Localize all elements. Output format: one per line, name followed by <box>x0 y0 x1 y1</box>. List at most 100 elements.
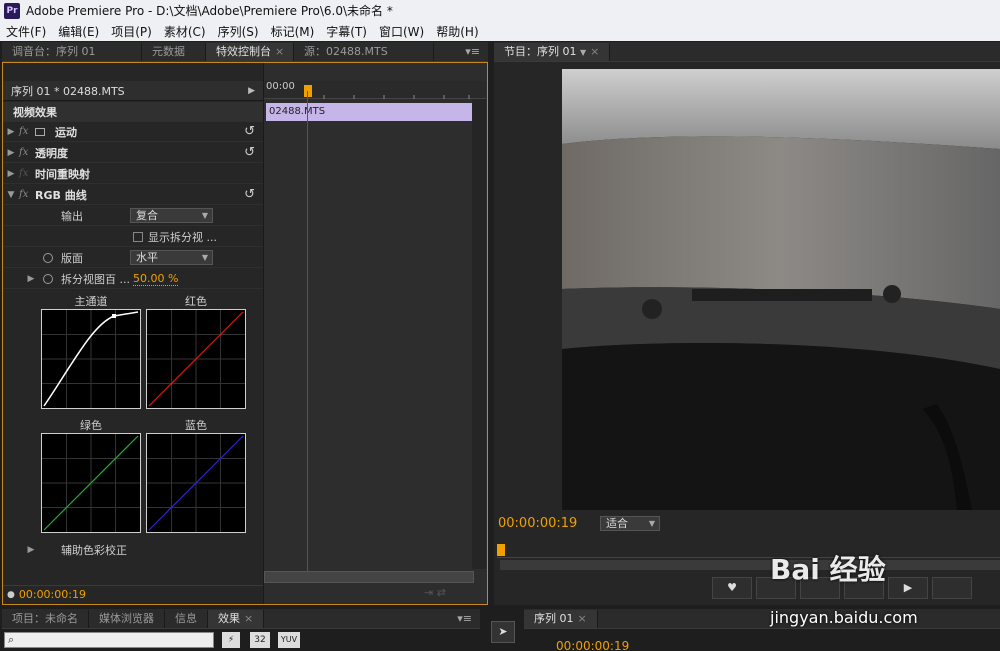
program-panel-tabs: 节目：序列 01 ▼ × <box>494 42 1000 62</box>
clip-header: 序列 01 * 02488.MTS ▶ <box>3 81 263 101</box>
reset-icon[interactable]: ↺ <box>244 145 255 160</box>
ec-timecode[interactable]: 00:00:00:19 <box>19 588 86 601</box>
left-panel-tabs: 调音台：序列 01 元数据 特效控制台 × 源：02488.MTS ▾≡ <box>2 42 488 62</box>
effect-time-remap-row[interactable]: ▶ fx 时间重映射 <box>3 164 263 184</box>
menu-clip[interactable]: 素材(C) <box>158 23 212 40</box>
32bit-badge[interactable]: 32 <box>250 632 270 648</box>
menu-file[interactable]: 文件(F) <box>0 23 52 40</box>
close-icon[interactable]: × <box>578 612 587 625</box>
effect-list: 序列 01 * 02488.MTS ▶ 视频效果 ▶ fx 运动 ↺ ▶ fx … <box>3 63 263 604</box>
video-frame <box>562 69 1000 510</box>
tab-effect-controls[interactable]: 特效控制台 × <box>206 43 294 61</box>
playhead-line <box>307 91 308 571</box>
bottom-right-tabs: 序列 01 × <box>524 609 1000 629</box>
export-icon[interactable]: ⇥ ⇄ <box>424 586 446 599</box>
curve-red-graph <box>147 310 245 408</box>
menu-edit[interactable]: 编辑(E) <box>52 23 105 40</box>
menu-project[interactable]: 项目(P) <box>105 23 158 40</box>
curve-label-red: 红色 <box>185 295 207 308</box>
fx-icon[interactable]: fx <box>19 147 35 158</box>
expand-triangle-icon[interactable]: ▶ <box>23 545 39 555</box>
effect-name: 运动 <box>55 125 77 139</box>
motion-transform-icon <box>35 127 45 136</box>
sequence-timecode[interactable]: 00:00:00:19 <box>556 641 629 651</box>
program-timecode[interactable]: 00:00:00:19 <box>498 516 577 531</box>
menu-help[interactable]: 帮助(H) <box>430 23 484 40</box>
step-forward-button[interactable] <box>932 577 972 599</box>
expand-triangle-icon[interactable]: ▶ <box>23 274 39 284</box>
fx-icon[interactable]: fx <box>19 189 35 200</box>
panel-menu-icon[interactable]: ▾≡ <box>457 43 488 61</box>
selection-tool-icon[interactable]: ➤ <box>491 621 515 643</box>
clip-header-text: 序列 01 * 02488.MTS <box>11 84 125 98</box>
output-dropdown[interactable]: 复合 ▼ <box>130 208 213 223</box>
fx-icon[interactable]: fx <box>19 126 35 137</box>
effect-name: 透明度 <box>35 146 68 160</box>
timeline-ruler[interactable]: 00:00 <box>264 81 486 99</box>
fit-dropdown[interactable]: 适合 ▼ <box>600 516 660 531</box>
stopwatch-icon[interactable] <box>43 252 53 263</box>
effect-opacity-row[interactable]: ▶ fx 透明度 ↺ <box>3 143 263 163</box>
tab-source[interactable]: 源：02488.MTS <box>294 43 434 61</box>
menu-window[interactable]: 窗口(W) <box>373 23 430 40</box>
stopwatch-icon[interactable] <box>43 273 53 284</box>
play-triangle-icon[interactable]: ▶ <box>248 86 255 96</box>
playhead-marker-icon[interactable] <box>497 544 505 556</box>
chevron-down-icon: ▼ <box>201 253 208 262</box>
tab-metadata[interactable]: 元数据 <box>142 43 206 61</box>
curve-master[interactable] <box>41 309 141 409</box>
output-label: 输出 <box>61 209 83 223</box>
expand-triangle-icon[interactable]: ▶ <box>3 148 19 158</box>
panel-menu-icon[interactable]: ▾≡ <box>449 610 480 628</box>
reset-icon[interactable]: ↺ <box>244 124 255 139</box>
aux-color-row[interactable]: ▶ 辅助色彩校正 <box>3 540 263 560</box>
effect-motion-row[interactable]: ▶ fx 运动 ↺ <box>3 122 263 142</box>
menu-sequence[interactable]: 序列(S) <box>212 23 265 40</box>
split-percent-label: 拆分视图百 ... <box>61 272 130 286</box>
layout-dropdown[interactable]: 水平 ▼ <box>130 250 213 265</box>
program-ruler[interactable] <box>497 540 1000 558</box>
tab-effects[interactable]: 效果 × <box>208 610 265 628</box>
bottom-left-tabs: 项目：未命名 媒体浏览器 信息 效果 × ▾≡ <box>2 609 480 629</box>
collapse-triangle-icon[interactable]: ▼ <box>3 190 19 200</box>
close-icon[interactable]: × <box>590 45 599 58</box>
add-marker-button[interactable]: ♥ <box>712 577 752 599</box>
tab-sequence[interactable]: 序列 01 × <box>524 610 598 628</box>
curve-master-graph <box>42 310 140 408</box>
clip-bar[interactable]: 02488.MTS <box>266 103 472 121</box>
reset-icon[interactable]: ↺ <box>244 187 255 202</box>
close-icon[interactable]: × <box>275 45 284 58</box>
playhead-marker-icon[interactable] <box>304 85 312 97</box>
show-split-checkbox[interactable] <box>133 231 143 242</box>
video-effects-label: 视频效果 <box>13 105 57 119</box>
menu-bar: 文件(F) 编辑(E) 项目(P) 素材(C) 序列(S) 标记(M) 字幕(T… <box>0 21 1000 41</box>
window-title: Adobe Premiere Pro - D:\文档\Adobe\Premier… <box>26 4 393 18</box>
menu-title[interactable]: 字幕(T) <box>320 23 373 40</box>
fx-icon: fx <box>19 168 29 179</box>
chevron-down-icon[interactable]: ▼ <box>580 48 586 57</box>
watermark-url: jingyan.baidu.com <box>770 608 918 627</box>
tab-program[interactable]: 节目：序列 01 ▼ × <box>494 43 611 61</box>
menu-marker[interactable]: 标记(M) <box>265 23 321 40</box>
vertical-scrollbar[interactable] <box>472 99 486 569</box>
effects-search-input[interactable]: ⌕ <box>4 632 214 648</box>
expand-triangle-icon[interactable]: ▶ <box>3 127 19 137</box>
program-zoom-bar[interactable] <box>500 560 1000 570</box>
expand-triangle-icon[interactable]: ▶ <box>3 169 19 179</box>
tab-info[interactable]: 信息 <box>165 610 208 628</box>
horizontal-scrollbar[interactable] <box>264 571 474 583</box>
play-button[interactable]: ▶ <box>888 577 928 599</box>
effect-rgb-curves-row[interactable]: ▼ fx RGB 曲线 ↺ <box>3 185 263 205</box>
yuv-badge[interactable]: YUV <box>278 632 300 648</box>
output-row: 输出 复合 ▼ <box>3 206 263 226</box>
curve-red[interactable] <box>146 309 246 409</box>
tab-project[interactable]: 项目：未命名 <box>2 610 89 628</box>
close-icon[interactable]: × <box>244 612 253 625</box>
tab-audio-mixer[interactable]: 调音台：序列 01 <box>2 43 142 61</box>
tab-media-browser[interactable]: 媒体浏览器 <box>89 610 165 628</box>
split-percent-value[interactable]: 50.00 % <box>133 272 179 286</box>
curve-green[interactable] <box>41 433 141 533</box>
accelerated-effects-icon[interactable]: ⚡ <box>222 632 240 648</box>
curve-blue[interactable] <box>146 433 246 533</box>
chevron-down-icon: ▼ <box>648 519 655 528</box>
